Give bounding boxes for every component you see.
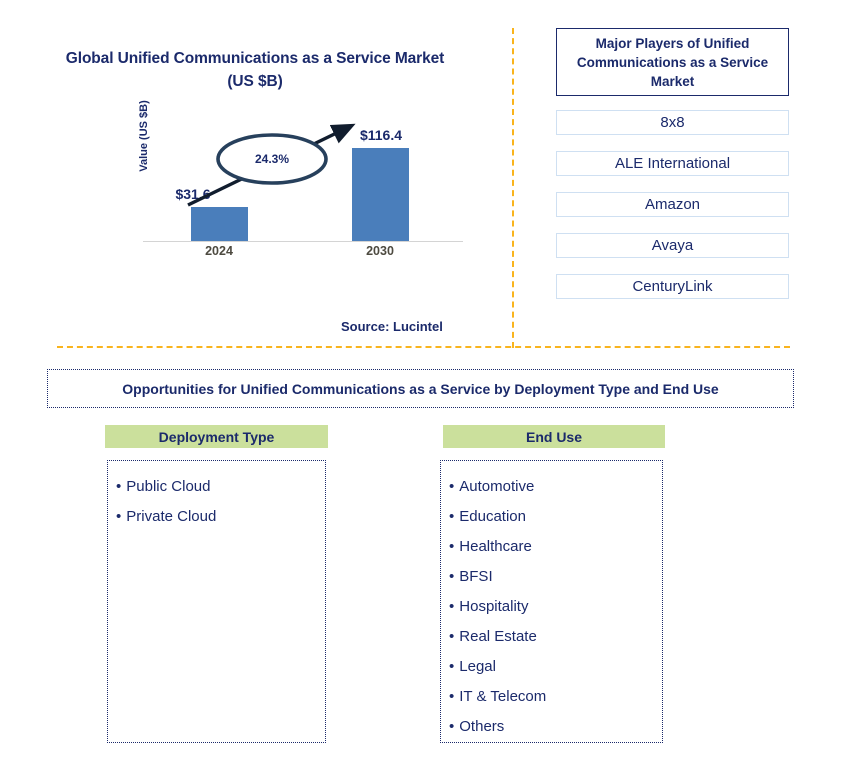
end-use-label: Automotive (459, 478, 535, 495)
list-item: • Public Cloud (116, 472, 325, 502)
end-use-label: Hospitality (459, 598, 529, 615)
player-name: Avaya (651, 237, 694, 254)
x-tick-2030: 2030 (366, 244, 394, 258)
list-item: • Education (449, 502, 662, 532)
major-players-header: Major Players of Unified Communications … (556, 28, 789, 96)
deployment-type-header: Deployment Type (105, 425, 328, 448)
vertical-divider (512, 28, 514, 348)
bullet-icon: • (116, 508, 122, 525)
horizontal-divider (57, 346, 790, 348)
x-axis-baseline (143, 241, 463, 242)
source-label: Source: Lucintel (341, 319, 443, 334)
list-item: • Private Cloud (116, 502, 325, 532)
bullet-icon: • (449, 568, 455, 585)
list-item: • Hospitality (449, 592, 662, 622)
list-item: • Legal (449, 652, 662, 682)
bar-2024 (191, 207, 248, 241)
end-use-label: Others (459, 718, 505, 735)
bar-value-2024: $31.6 (175, 186, 211, 202)
end-use-label: Legal (459, 658, 496, 675)
list-item[interactable]: 8x8 (556, 110, 789, 135)
deployment-type-label: Public Cloud (126, 478, 211, 495)
opportunities-banner: Opportunities for Unified Communications… (47, 369, 794, 408)
player-name: Amazon (644, 196, 701, 213)
list-item[interactable]: Avaya (556, 233, 789, 258)
list-item: • BFSI (449, 562, 662, 592)
bullet-icon: • (449, 718, 455, 735)
list-item: • Healthcare (449, 532, 662, 562)
deployment-type-box: • Public Cloud • Private Cloud (107, 460, 326, 743)
cagr-label: 24.3% (254, 152, 290, 166)
bullet-icon: • (449, 538, 455, 555)
end-use-label: BFSI (459, 568, 493, 585)
bullet-icon: • (449, 628, 455, 645)
list-item: • Automotive (449, 472, 662, 502)
list-item[interactable]: CenturyLink (556, 274, 789, 299)
bar-2030 (352, 148, 409, 241)
bullet-icon: • (449, 658, 455, 675)
major-players-panel: Major Players of Unified Communications … (556, 28, 789, 299)
deployment-type-label: Private Cloud (126, 508, 217, 525)
bullet-icon: • (449, 688, 455, 705)
list-item[interactable]: ALE International (556, 151, 789, 176)
end-use-label: IT & Telecom (459, 688, 547, 705)
end-use-box: • Automotive • Education • Healthcare • BFSI… (440, 460, 663, 743)
player-name: CenturyLink (632, 278, 713, 295)
end-use-label: Education (459, 508, 526, 525)
y-axis-label: Value (US $B) (138, 100, 150, 172)
bullet-icon: • (449, 508, 455, 525)
player-name: 8x8 (660, 114, 685, 131)
market-chart-panel: Global Unified Communications as a Servi… (0, 0, 513, 347)
end-use-label: Real Estate (459, 628, 537, 645)
bar-chart-plot-area: Value (US $B) $31.6 $116.4 2024 2030 24.… (133, 100, 463, 258)
end-use-header: End Use (443, 425, 665, 448)
bullet-icon: • (449, 478, 455, 495)
cagr-callout-graphic (187, 123, 356, 207)
list-item[interactable]: Amazon (556, 192, 789, 217)
list-item: • IT & Telecom (449, 682, 662, 712)
chart-title: Global Unified Communications as a Servi… (65, 50, 445, 90)
bar-value-2030: $116.4 (359, 127, 403, 143)
end-use-label: Healthcare (459, 538, 532, 555)
x-tick-2024: 2024 (205, 244, 233, 258)
bullet-icon: • (449, 598, 455, 615)
list-item: • Others (449, 712, 662, 742)
list-item: • Real Estate (449, 622, 662, 652)
bullet-icon: • (116, 478, 122, 495)
major-players-list: 8x8 ALE International Amazon Avaya Centu… (556, 110, 789, 299)
player-name: ALE International (614, 155, 731, 172)
